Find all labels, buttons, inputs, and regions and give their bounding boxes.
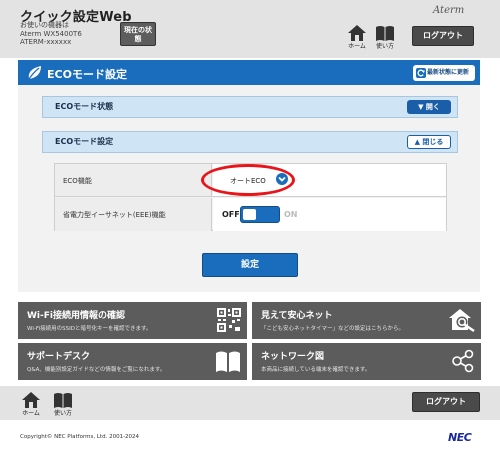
expand-label: 開く — [425, 103, 440, 111]
section-eco-status-label: ECOモード状態 — [55, 102, 114, 111]
book-icon — [376, 26, 394, 41]
toggle-knob — [243, 209, 256, 220]
tile-wifi-info[interactable]: Wi-Fi接続用情報の確認 Wi-Fi接続用のSSIDと暗号化キーを確認できます… — [18, 302, 247, 339]
toggle-on-label: ON — [284, 210, 298, 219]
eee-function-cell: OFF ON — [213, 198, 446, 231]
chevron-down-icon: ▼ — [418, 103, 424, 111]
refresh-label: 最新状態に更新 — [427, 69, 470, 76]
section-eco-status: ECOモード状態 ▼ 開く — [42, 96, 458, 118]
footer-home-label: ホーム — [22, 410, 40, 417]
footer-usage-button[interactable]: 使い方 — [50, 392, 76, 417]
home-icon — [348, 25, 366, 41]
current-status-button[interactable]: 現在の状態 — [120, 22, 156, 46]
home-icon — [22, 392, 40, 408]
eco-function-label: ECO機能 — [55, 164, 212, 196]
qr-code-icon — [217, 308, 241, 332]
tile-title: Wi-Fi接続用情報の確認 — [27, 311, 125, 321]
tile-support-desk[interactable]: サポートデスク Q&A、機能別設定ガイドなどの情報をご覧になれます。 — [18, 343, 247, 380]
refresh-icon — [416, 68, 426, 78]
eee-function-label: 省電力型イーサネット(EEE)機能 — [55, 198, 212, 231]
collapse-button[interactable]: ▲ 閉じる — [407, 135, 451, 149]
aterm-logo: Aterm — [433, 5, 465, 16]
usage-nav-label: 使い方 — [375, 43, 394, 50]
tile-title: ネットワーク図 — [261, 352, 325, 362]
tile-subtitle: Wi-Fi接続用のSSIDと暗号化キーを確認できます。 — [27, 326, 152, 332]
copyright: Copyright© NEC Platforms, Ltd. 2001-2024 — [20, 434, 140, 440]
toggle-off-label: OFF — [222, 210, 240, 219]
home-search-icon — [449, 309, 475, 332]
expand-button[interactable]: ▼ 開く — [407, 100, 451, 114]
tile-title: サポートデスク — [27, 352, 91, 362]
section-eco-settings: ECOモード設定 ▲ 閉じる — [42, 131, 458, 153]
apply-button[interactable]: 設定 — [202, 253, 298, 277]
section-eco-settings-label: ECOモード設定 — [55, 137, 114, 146]
logout-button[interactable]: ログアウト — [412, 26, 474, 46]
tile-mieru-net[interactable]: 見えて安心ネット 「こども安心ネットタイマー」などの設定はこちらから。 — [252, 302, 481, 339]
tile-subtitle: 「こども安心ネットタイマー」などの設定はこちらから。 — [261, 326, 405, 332]
tile-subtitle: 本商品に接続している端末を確認できます。 — [261, 367, 371, 373]
footer-usage-label: 使い方 — [53, 410, 72, 417]
table-row: 省電力型イーサネット(EEE)機能 OFF ON — [55, 198, 446, 231]
network-icon — [452, 349, 474, 373]
device-model: Aterm WX5400T6 — [20, 29, 82, 38]
eee-toggle[interactable] — [240, 206, 280, 223]
tile-title: 見えて安心ネット — [261, 311, 333, 321]
book-icon — [216, 351, 240, 372]
tile-network-map[interactable]: ネットワーク図 本商品に接続している端末を確認できます。 — [252, 343, 481, 380]
usage-nav-button[interactable]: 使い方 — [372, 25, 398, 50]
collapse-label: 閉じる — [422, 138, 444, 146]
chevron-up-icon: ▲ — [414, 138, 420, 146]
refresh-button[interactable]: 最新状態に更新 — [413, 65, 475, 81]
device-info-line: お使いの機器は — [20, 21, 69, 29]
device-name: ATERM-xxxxxx — [20, 38, 72, 46]
page-title: ECOモード設定 — [47, 68, 127, 81]
footer-home-button[interactable]: ホーム — [18, 392, 44, 417]
home-nav-button[interactable]: ホーム — [344, 25, 370, 50]
device-info: お使いの機器は Aterm WX5400T6 ATERM-xxxxxx — [20, 21, 82, 47]
highlight-circle — [201, 164, 295, 196]
tile-subtitle: Q&A、機能別設定ガイドなどの情報をご覧になれます。 — [27, 367, 166, 373]
footer-logout-button[interactable]: ログアウト — [412, 392, 480, 412]
home-nav-label: ホーム — [348, 43, 366, 50]
leaf-icon — [28, 66, 41, 80]
book-icon — [54, 393, 72, 408]
nec-logo: NEC — [448, 431, 472, 444]
